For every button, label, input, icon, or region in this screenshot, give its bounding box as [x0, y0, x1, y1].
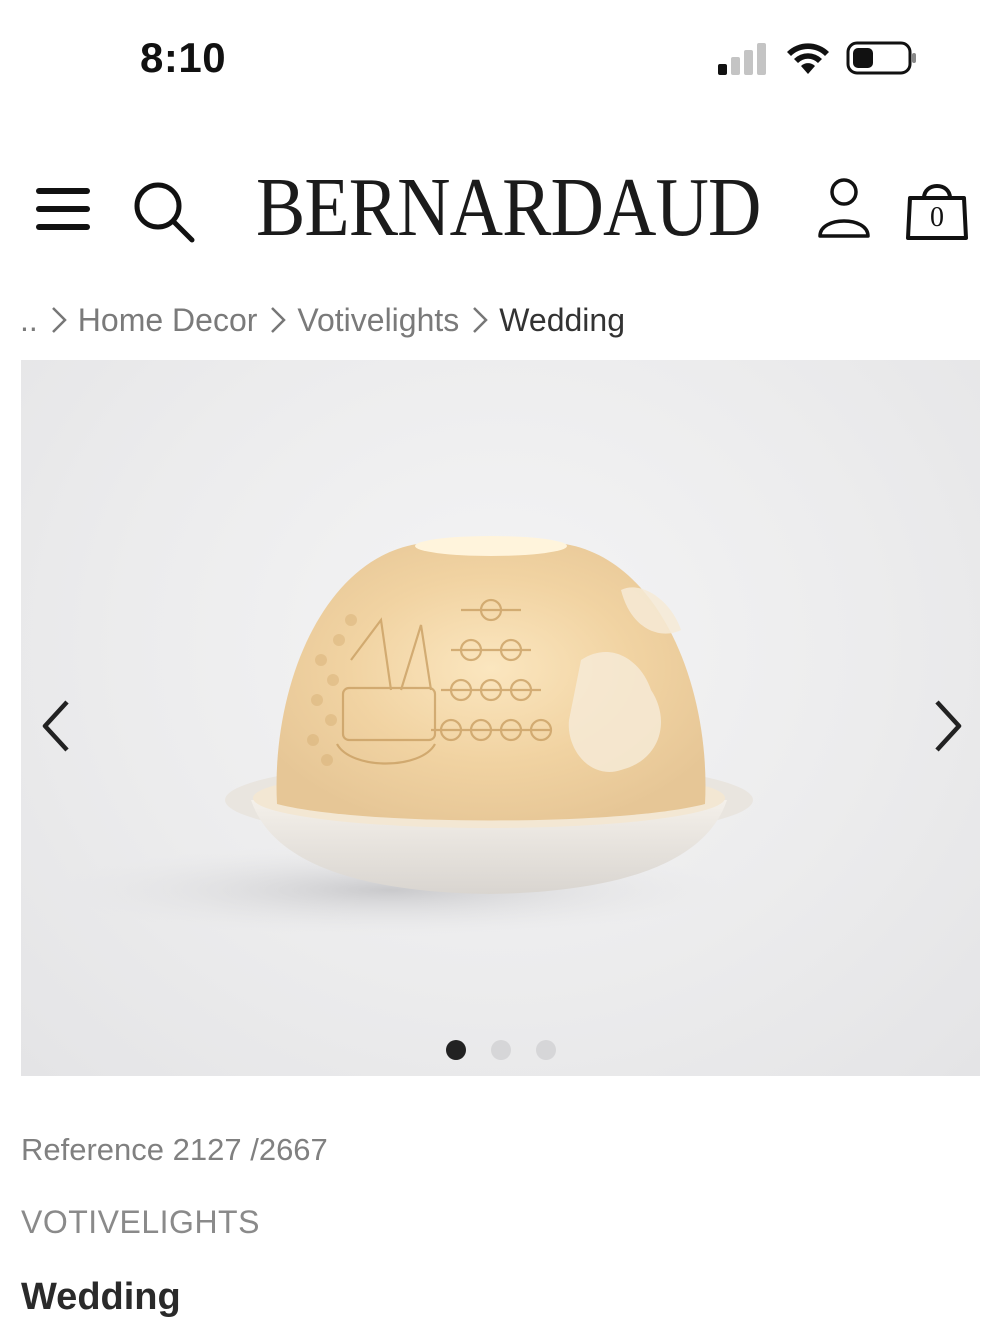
gallery-dot-2[interactable]	[490, 1040, 511, 1060]
status-bar: 8:10	[0, 0, 1000, 110]
brand-logo[interactable]: BERNARDAUD	[256, 166, 761, 250]
search-icon[interactable]	[130, 178, 196, 244]
status-time: 8:10	[140, 34, 227, 81]
chevron-right-icon	[473, 307, 489, 333]
gallery-dot-3[interactable]	[535, 1040, 556, 1060]
gallery-dot-1[interactable]	[445, 1040, 466, 1060]
wifi-icon	[787, 43, 829, 74]
product-gallery[interactable]	[21, 360, 980, 1076]
gallery-pagination	[21, 1040, 980, 1060]
chevron-right-icon	[51, 307, 67, 333]
product-category[interactable]: VOTIVELIGHTS	[21, 1204, 260, 1241]
breadcrumb: .. Home Decor Votivelights Wedding	[20, 298, 625, 342]
chevron-right-icon[interactable]	[925, 696, 969, 756]
battery-icon	[846, 41, 916, 75]
chevron-right-icon	[271, 307, 287, 333]
chevron-left-icon[interactable]	[35, 696, 79, 756]
cellular-signal-icon	[718, 43, 766, 75]
site-header: BERNARDAUD 0	[0, 150, 1000, 270]
breadcrumb-item-votivelights[interactable]: Votivelights	[297, 302, 459, 339]
account-icon[interactable]	[814, 176, 874, 244]
product-reference: Reference 2127 /2667	[21, 1132, 328, 1167]
breadcrumb-ellipsis[interactable]: ..	[20, 302, 38, 339]
breadcrumb-current: Wedding	[499, 301, 625, 338]
menu-icon[interactable]	[34, 182, 92, 236]
breadcrumb-item-home-decor[interactable]: Home Decor	[78, 302, 258, 339]
product-name: Wedding	[21, 1276, 181, 1318]
product-image	[51, 536, 753, 936]
cart-count-badge: 0	[930, 202, 944, 233]
